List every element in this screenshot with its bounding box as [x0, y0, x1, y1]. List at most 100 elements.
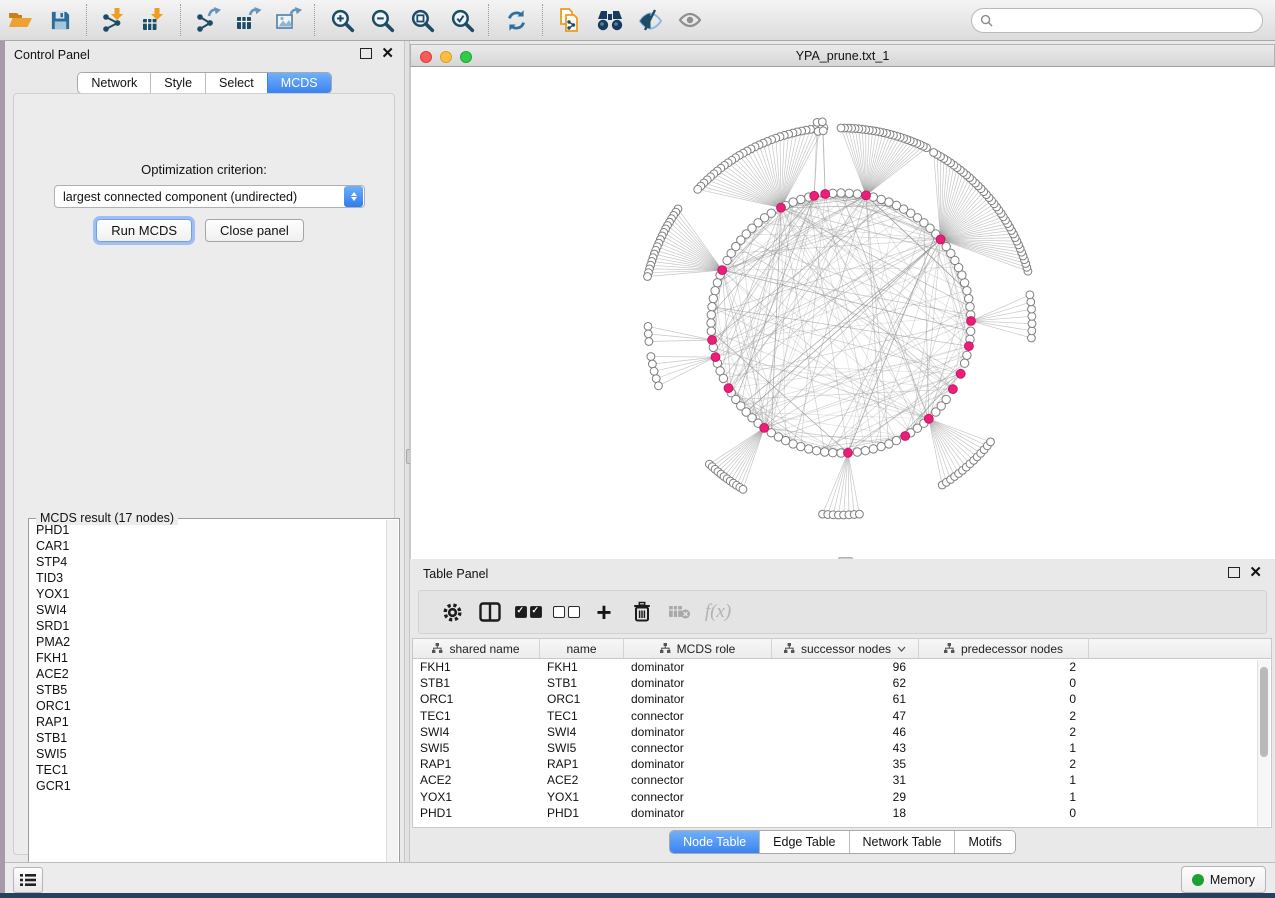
export-table-icon[interactable]: [228, 3, 268, 37]
float-panel-icon[interactable]: [360, 48, 372, 59]
float-panel-icon[interactable]: [1228, 567, 1240, 578]
graph-node[interactable]: [987, 438, 995, 446]
graph-node[interactable]: [829, 449, 837, 457]
graph-node[interactable]: [708, 303, 716, 311]
graph-node[interactable]: [644, 323, 652, 331]
graph-node[interactable]: [869, 445, 877, 453]
result-scrollbar[interactable]: [386, 520, 398, 891]
mcds-result-item[interactable]: SRD1: [36, 618, 386, 634]
graph-node[interactable]: [707, 327, 715, 335]
graph-node[interactable]: [942, 242, 950, 250]
mcds-result-item[interactable]: FKH1: [36, 650, 386, 666]
graph-node[interactable]: [1028, 320, 1036, 328]
zoom-in-icon[interactable]: [322, 3, 362, 37]
zoom-selected-icon[interactable]: [442, 3, 482, 37]
graph-node[interactable]: [1028, 327, 1036, 335]
table-settings-gear-icon[interactable]: [433, 594, 471, 630]
import-table-icon[interactable]: [134, 3, 174, 37]
graph-node[interactable]: [963, 351, 971, 359]
graph-node[interactable]: [655, 382, 663, 390]
open-file-icon[interactable]: [0, 3, 40, 37]
graph-node[interactable]: [837, 124, 845, 132]
mcds-result-item[interactable]: SWI4: [36, 602, 386, 618]
table-scrollbar[interactable]: [1257, 660, 1270, 826]
mcds-node[interactable]: [821, 190, 830, 199]
clone-network-icon[interactable]: [550, 3, 590, 37]
table-row[interactable]: STB1STB1dominator620: [413, 675, 1271, 691]
graph-node[interactable]: [1027, 298, 1035, 306]
zoom-out-icon[interactable]: [362, 3, 402, 37]
tab-node-table[interactable]: Node Table: [670, 831, 759, 853]
delete-column-icon[interactable]: [623, 594, 661, 630]
mcds-node[interactable]: [956, 369, 965, 378]
network-canvas[interactable]: [410, 67, 1275, 559]
graph-node[interactable]: [837, 189, 845, 197]
mcds-node[interactable]: [965, 342, 974, 351]
mcds-node[interactable]: [760, 424, 769, 433]
mcds-node[interactable]: [901, 432, 910, 441]
graph-node[interactable]: [709, 294, 717, 302]
graph-node[interactable]: [819, 127, 827, 135]
graph-node[interactable]: [877, 442, 885, 450]
close-panel-icon[interactable]: ✕: [381, 49, 394, 59]
graph-node[interactable]: [707, 311, 715, 319]
graph-node[interactable]: [694, 185, 702, 193]
tab-mcds[interactable]: MCDS: [267, 73, 331, 93]
mcds-result-item[interactable]: ACE2: [36, 666, 386, 682]
mcds-result-item[interactable]: GCR1: [36, 778, 386, 794]
export-network-icon[interactable]: [188, 3, 228, 37]
graph-node[interactable]: [818, 118, 826, 126]
graph-node[interactable]: [966, 303, 974, 311]
graph-node[interactable]: [647, 353, 655, 361]
close-panel-button[interactable]: Close panel: [205, 219, 304, 242]
column-header-predecessor-nodes[interactable]: predecessor nodes: [919, 639, 1089, 658]
network-window-titlebar[interactable]: YPA_prune.txt_1: [410, 44, 1275, 67]
task-history-button[interactable]: [13, 867, 43, 893]
tab-network[interactable]: Network: [78, 73, 150, 93]
graph-node[interactable]: [739, 485, 747, 493]
graph-node[interactable]: [644, 273, 652, 281]
graph-node[interactable]: [652, 375, 660, 383]
mcds-node[interactable]: [810, 191, 819, 200]
graph-node[interactable]: [723, 256, 731, 264]
mcds-result-item[interactable]: STB5: [36, 682, 386, 698]
mcds-node[interactable]: [862, 191, 871, 200]
graph-node[interactable]: [821, 448, 829, 456]
graph-node[interactable]: [845, 189, 853, 197]
tab-motifs[interactable]: Motifs: [954, 831, 1014, 853]
mcds-result-list[interactable]: PHD1CAR1STP4TID3YOX1SWI4SRD1PMA2FKH1ACE2…: [30, 522, 386, 891]
graph-node[interactable]: [885, 198, 893, 206]
unselect-all-columns-icon[interactable]: [547, 594, 585, 630]
mcds-node[interactable]: [718, 266, 727, 275]
graph-node[interactable]: [707, 319, 715, 327]
graph-node[interactable]: [967, 327, 975, 335]
search-field[interactable]: [971, 8, 1263, 33]
mcds-result-item[interactable]: RAP1: [36, 714, 386, 730]
graph-node[interactable]: [930, 149, 938, 157]
optimization-criterion-select[interactable]: largest connected component (undirected): [54, 185, 365, 208]
mcds-result-item[interactable]: PHD1: [36, 522, 386, 538]
graph-node[interactable]: [965, 294, 973, 302]
mcds-node[interactable]: [711, 353, 720, 362]
graph-node[interactable]: [861, 447, 869, 455]
graph-node[interactable]: [713, 279, 721, 287]
graph-node[interactable]: [877, 195, 885, 203]
column-header-MCDS-role[interactable]: MCDS role: [624, 639, 772, 658]
table-row[interactable]: ORC1ORC1dominator610: [413, 691, 1271, 707]
graph-node[interactable]: [1028, 334, 1036, 342]
graph-node[interactable]: [797, 195, 805, 203]
search-network-icon[interactable]: [590, 3, 630, 37]
table-row[interactable]: PHD1PHD1dominator180: [413, 805, 1271, 821]
table-row[interactable]: RAP1RAP1dominator352: [413, 756, 1271, 772]
table-row[interactable]: ACE2ACE2connector311: [413, 772, 1271, 788]
graph-node[interactable]: [645, 338, 653, 346]
create-column-icon[interactable]: +: [585, 594, 623, 630]
mcds-result-item[interactable]: STP4: [36, 554, 386, 570]
graph-node[interactable]: [892, 436, 900, 444]
column-header-shared-name[interactable]: shared name: [413, 639, 540, 658]
graph-node[interactable]: [960, 279, 968, 287]
table-row[interactable]: SWI5SWI5connector431: [413, 740, 1271, 756]
mcds-result-item[interactable]: PMA2: [36, 634, 386, 650]
export-image-icon[interactable]: [268, 3, 308, 37]
tab-style[interactable]: Style: [150, 73, 205, 93]
